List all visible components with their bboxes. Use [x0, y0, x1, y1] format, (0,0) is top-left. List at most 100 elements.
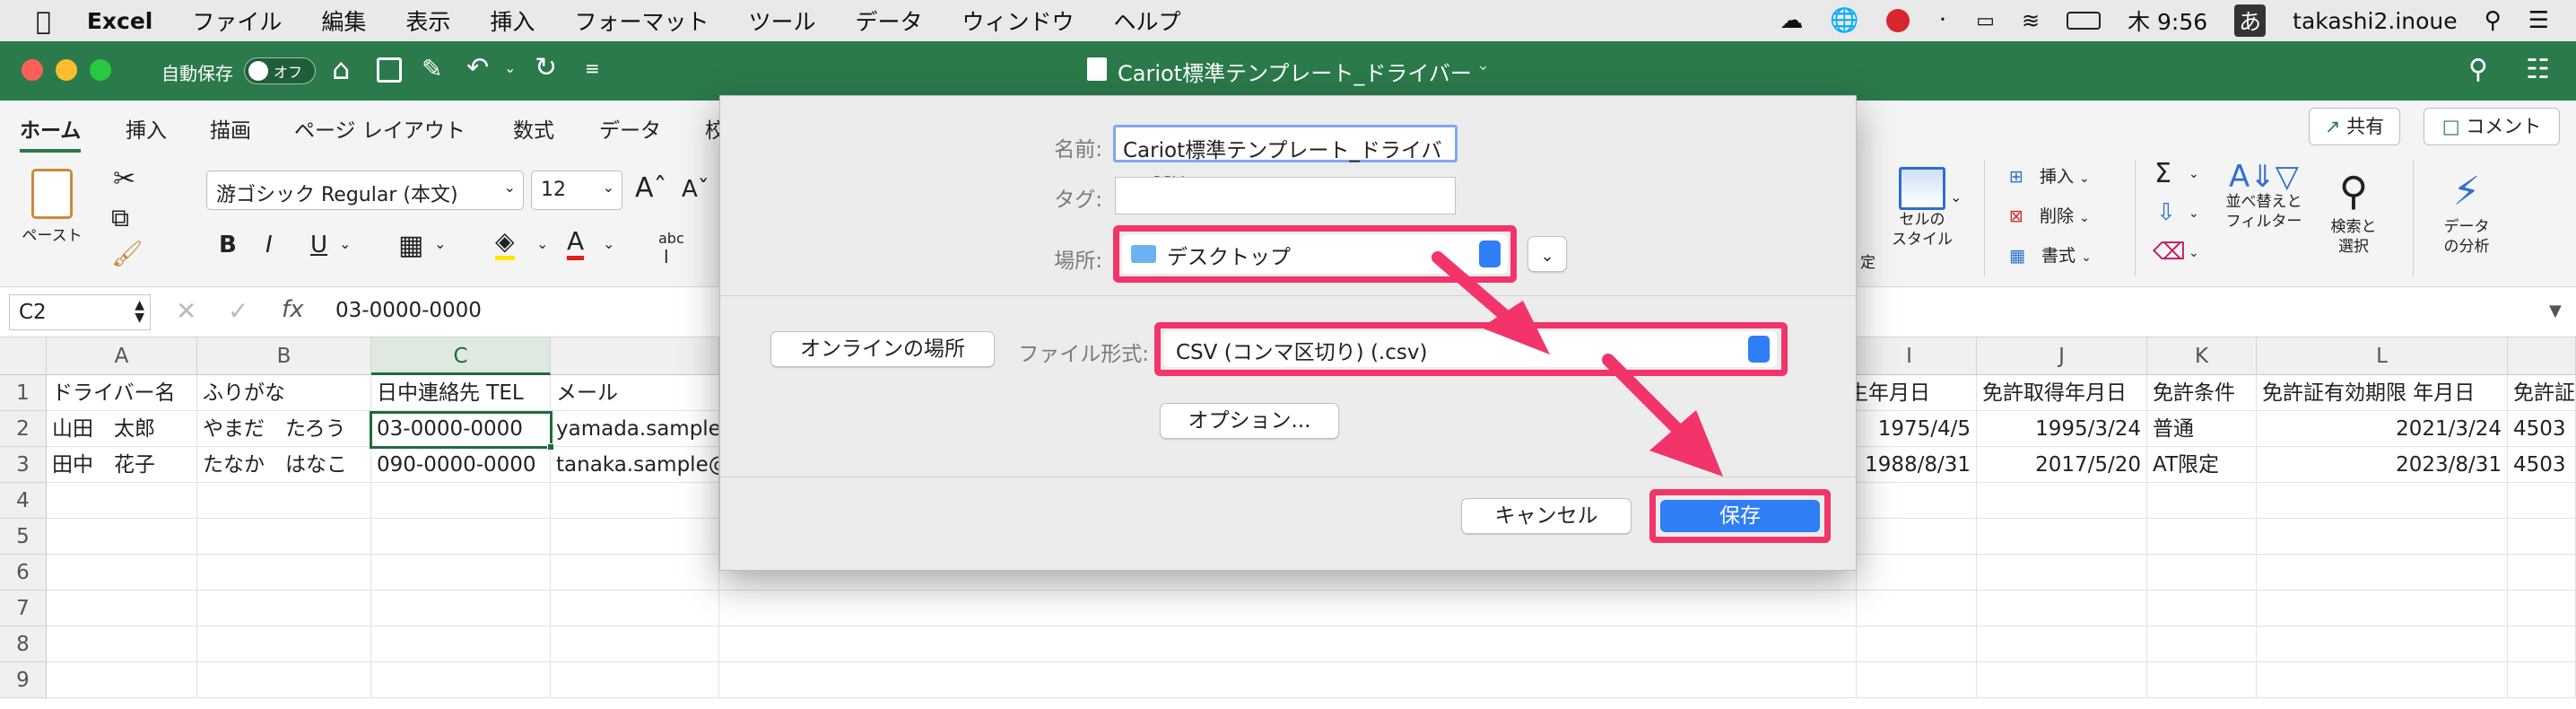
cell-a[interactable] [47, 626, 197, 662]
insert-cells-button[interactable]: ⊞ 挿入 ⌄ [2009, 163, 2090, 188]
cell-i[interactable]: 1975/4/5 [1842, 411, 1977, 447]
cell-k[interactable]: 免許条件 [2147, 375, 2257, 411]
column-header-a[interactable]: A [47, 337, 197, 375]
cell-b[interactable] [197, 591, 371, 626]
cell-l[interactable]: 2021/3/24 [2257, 411, 2508, 447]
cell-k[interactable] [2147, 555, 2257, 591]
cell-k[interactable] [2147, 591, 2257, 626]
select-all-corner[interactable] [0, 337, 47, 375]
format-painter-icon[interactable]: 🖌 [111, 239, 144, 268]
enter-formula-icon[interactable]: ✓ [228, 296, 248, 326]
fill-dropdown-icon[interactable]: ⌄ [2189, 206, 2199, 221]
tab-draw[interactable]: 描画 [210, 113, 251, 144]
clear-icon[interactable]: ⌫ [2153, 239, 2186, 266]
cell-j[interactable] [1977, 519, 2147, 555]
cell-b[interactable]: たなか はなこ [197, 447, 371, 483]
cell-b[interactable] [197, 483, 371, 519]
user-name[interactable]: takashi2.inoue [2293, 8, 2457, 34]
cell-d[interactable] [551, 555, 719, 591]
cell-k[interactable] [2147, 519, 2257, 555]
cell-a[interactable] [47, 555, 197, 591]
analyze-data-button[interactable]: ⚡ データ の分析 [2431, 167, 2502, 257]
cell-m[interactable] [2508, 591, 2576, 626]
cell-b[interactable]: ふりがな [197, 375, 371, 411]
save-icon[interactable] [377, 57, 402, 83]
bold-button[interactable]: B [219, 232, 237, 258]
cell-i[interactable]: 生年月日 [1842, 375, 1977, 411]
cloud-icon[interactable]: ☁ [1780, 7, 1803, 34]
menu-data[interactable]: データ [855, 4, 922, 37]
cell-c[interactable]: 090-0000-0000 [371, 447, 551, 483]
wifi-icon[interactable]: ≋ [2022, 8, 2040, 33]
menu-view[interactable]: 表示 [405, 4, 450, 37]
cell-d[interactable] [551, 591, 719, 626]
zoom-window-button[interactable] [90, 59, 111, 81]
bluetooth-icon[interactable]: ᛫ [1936, 8, 1949, 33]
antivirus-icon[interactable] [1885, 9, 1910, 32]
control-center-icon[interactable]: ☰ [2528, 7, 2549, 34]
cell-styles-button[interactable]: セルの スタイル [1885, 167, 1959, 249]
cell-j[interactable] [1977, 555, 2147, 591]
fill-color-dropdown-icon[interactable]: ⌄ [536, 235, 548, 252]
font-name-select[interactable]: 游ゴシック Regular (本文) ⌄ [206, 171, 524, 210]
row-header[interactable]: 5 [0, 519, 47, 555]
input-mode-icon[interactable]: あ [2234, 4, 2267, 37]
apple-icon[interactable]:  [36, 6, 51, 36]
cell-l[interactable] [2257, 662, 2508, 698]
cell-a[interactable]: ドライバー名 [47, 375, 197, 411]
cell-hidden[interactable] [719, 591, 1857, 626]
cell-a[interactable] [47, 483, 197, 519]
clear-dropdown-icon[interactable]: ⌄ [2189, 246, 2199, 260]
spotlight-search-icon[interactable]: ⚲ [2485, 7, 2502, 34]
cell-m[interactable] [2508, 555, 2576, 591]
conditional-format-label-partial[interactable]: 定 [1860, 249, 1875, 272]
column-header-d[interactable] [551, 337, 719, 375]
ribbon-collapse-icon[interactable]: ☷ [2526, 54, 2550, 85]
cell-c[interactable] [371, 591, 551, 626]
italic-button[interactable]: I [265, 232, 273, 258]
cell-m[interactable]: 免許証 [2508, 375, 2576, 411]
title-chevron-icon[interactable]: ⌄ [1476, 56, 1490, 74]
find-select-button[interactable]: ⚲ 検索と 選択 [2318, 167, 2389, 257]
row-header[interactable]: 6 [0, 555, 47, 591]
cell-a[interactable] [47, 519, 197, 555]
column-header-l[interactable]: L [2257, 337, 2508, 375]
cell-c[interactable]: 日中連絡先 TEL [371, 375, 551, 411]
delete-cells-button[interactable]: ⊠ 削除 ⌄ [2009, 203, 2090, 227]
cell-b[interactable]: やまだ たろう [197, 411, 371, 447]
document-title[interactable]: Cariot標準テンプレート_ドライバー [1118, 56, 1472, 87]
borders-dropdown-icon[interactable]: ⌄ [434, 235, 446, 252]
cell-l[interactable] [2257, 591, 2508, 626]
customize-toolbar-icon[interactable]: ≡ [585, 57, 600, 79]
clock[interactable]: 木 9:56 [2128, 4, 2207, 37]
cell-m[interactable] [2508, 662, 2576, 698]
formula-input[interactable]: 03-0000-0000 [335, 299, 482, 322]
cell-hidden[interactable] [719, 662, 1857, 698]
cell-b[interactable] [197, 519, 371, 555]
cell-d[interactable] [551, 662, 719, 698]
cell-i[interactable] [1842, 626, 1977, 662]
cell-j[interactable] [1977, 662, 2147, 698]
column-header-i-visible[interactable]: I [1842, 337, 1977, 375]
cell-i[interactable] [1842, 555, 1977, 591]
row-header[interactable]: 8 [0, 626, 47, 662]
undo-icon[interactable]: ↶ [466, 52, 489, 83]
column-header-j[interactable]: J [1977, 337, 2147, 375]
underline-dropdown-icon[interactable]: ⌄ [339, 235, 351, 252]
cell-i[interactable] [1842, 519, 1977, 555]
cell-hidden[interactable] [719, 626, 1857, 662]
cell-l[interactable] [2257, 519, 2508, 555]
cell-m[interactable] [2508, 519, 2576, 555]
autosave-toggle[interactable]: オフ [244, 57, 316, 84]
autosum-dropdown-icon[interactable]: ⌄ [2189, 167, 2199, 181]
comment-button[interactable]: □ コメント [2424, 108, 2560, 145]
cell-m[interactable] [2508, 483, 2576, 519]
borders-icon[interactable]: ▦ [398, 230, 423, 261]
cell-j[interactable] [1977, 591, 2147, 626]
search-icon[interactable]: ⚲ [2468, 54, 2488, 85]
font-size-select[interactable]: 12 ⌄ [531, 171, 622, 210]
cell-styles-dropdown-icon[interactable]: ⌄ [1950, 188, 1962, 206]
column-header-m-partial[interactable] [2508, 337, 2576, 375]
cell-k[interactable]: AT限定 [2147, 447, 2257, 483]
cell-k[interactable]: 普通 [2147, 411, 2257, 447]
